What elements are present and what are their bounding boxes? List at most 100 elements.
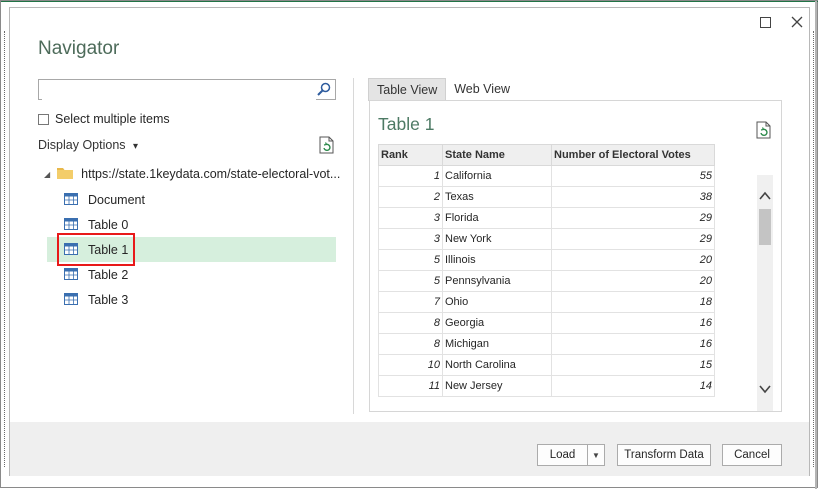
rank-cell: 3 — [378, 207, 443, 229]
rank-cell: 1 — [378, 165, 443, 187]
table-row: 10 North Carolina 15 — [378, 354, 715, 376]
rank-cell: 11 — [378, 375, 443, 397]
rank-cell: 7 — [378, 291, 443, 313]
load-button[interactable]: Load — [537, 444, 588, 466]
dialog-footer: Load ▼ Transform Data Cancel — [10, 422, 809, 476]
votes-cell: 16 — [551, 333, 715, 355]
table-row: 2 Texas 38 — [378, 186, 715, 208]
load-options-button[interactable]: ▼ — [587, 444, 605, 466]
votes-cell: 15 — [551, 354, 715, 376]
preview-pane: Table 1 Rank State Name Number of Electo… — [369, 100, 782, 412]
tree-item-label: Document — [88, 193, 145, 207]
rank-cell: 5 — [378, 249, 443, 271]
scrollbar-thumb[interactable] — [759, 209, 771, 245]
votes-cell: 55 — [551, 165, 715, 187]
tab-table-view[interactable]: Table View — [368, 78, 447, 101]
column-header[interactable]: State Name — [442, 144, 552, 166]
tree-item-table-2[interactable]: Table 2 — [64, 263, 128, 287]
tree-item-table-3[interactable]: Table 3 — [64, 288, 128, 312]
state-cell: New York — [442, 228, 552, 250]
votes-cell: 20 — [551, 270, 715, 292]
rank-cell: 8 — [378, 312, 443, 334]
state-cell: Ohio — [442, 291, 552, 313]
scroll-up-icon[interactable] — [759, 189, 771, 203]
cancel-button[interactable]: Cancel — [722, 444, 782, 466]
preview-tabs: Table View Web View — [368, 78, 518, 101]
folder-icon — [57, 166, 74, 182]
rank-cell: 3 — [378, 228, 443, 250]
search-box[interactable] — [38, 79, 336, 100]
refresh-icon[interactable] — [319, 136, 335, 157]
dialog-title: Navigator — [38, 38, 120, 59]
transform-data-button[interactable]: Transform Data — [617, 444, 711, 466]
votes-cell: 20 — [551, 249, 715, 271]
grid-edge-right — [813, 31, 815, 467]
collapse-triangle-icon[interactable]: ◢ — [44, 170, 50, 179]
highlight-box — [57, 233, 135, 266]
tree-item-label: Table 2 — [88, 268, 129, 282]
refresh-preview-icon[interactable] — [756, 121, 772, 142]
navigator-dialog: Navigator Select multiple items Display … — [9, 7, 810, 476]
tree-item-label: Table 0 — [88, 218, 129, 232]
votes-cell: 38 — [551, 186, 715, 208]
select-multiple-row[interactable]: Select multiple items — [38, 112, 170, 126]
table-icon — [64, 192, 78, 208]
state-cell: Michigan — [442, 333, 552, 355]
display-options-label: Display Options — [38, 138, 126, 152]
table-row: 8 Michigan 16 — [378, 333, 715, 355]
tree-root-source[interactable]: ◢ https://state.1keydata.com/state-elect… — [44, 162, 340, 186]
state-cell: Illinois — [442, 249, 552, 271]
chevron-down-icon: ▼ — [592, 451, 600, 460]
tab-web-view[interactable]: Web View — [446, 78, 518, 100]
rank-cell: 8 — [378, 333, 443, 355]
column-header[interactable]: Rank — [378, 144, 443, 166]
tree-root-label: https://state.1keydata.com/state-elector… — [81, 167, 341, 181]
preview-title: Table 1 — [378, 114, 435, 134]
tree-item-label: Table 3 — [88, 293, 129, 307]
state-cell: Pennsylvania — [442, 270, 552, 292]
application-window: Navigator Select multiple items Display … — [0, 0, 818, 489]
select-multiple-checkbox[interactable] — [38, 113, 49, 125]
maximize-button[interactable] — [754, 12, 776, 34]
window-edge — [815, 1, 817, 489]
table-row: 1 California 55 — [378, 165, 715, 187]
table-icon — [64, 217, 78, 233]
column-header[interactable]: Number of Electoral Votes — [551, 144, 715, 166]
state-cell: Georgia — [442, 312, 552, 334]
votes-cell: 18 — [551, 291, 715, 313]
state-cell: New Jersey — [442, 375, 552, 397]
search-input[interactable] — [42, 80, 316, 100]
table-row: 5 Illinois 20 — [378, 249, 715, 271]
votes-cell: 14 — [551, 375, 715, 397]
table-row: 3 New York 29 — [378, 228, 715, 250]
preview-table: Rank State Name Number of Electoral Vote… — [378, 144, 715, 397]
rank-cell: 10 — [378, 354, 443, 376]
grid-edge-left — [4, 31, 6, 467]
close-icon — [791, 16, 803, 28]
table-icon — [64, 292, 78, 308]
table-row: 8 Georgia 16 — [378, 312, 715, 334]
select-multiple-label: Select multiple items — [55, 112, 170, 126]
state-cell: California — [442, 165, 552, 187]
close-button[interactable] — [786, 12, 808, 34]
table-row: 3 Florida 29 — [378, 207, 715, 229]
excel-top-line — [1, 1, 818, 2]
state-cell: Florida — [442, 207, 552, 229]
rank-cell: 5 — [378, 270, 443, 292]
votes-cell: 16 — [551, 312, 715, 334]
display-options-dropdown[interactable]: Display Options ▾ — [38, 138, 138, 152]
state-cell: Texas — [442, 186, 552, 208]
chevron-down-icon: ▾ — [133, 141, 139, 152]
table-icon — [64, 267, 78, 283]
scroll-down-icon[interactable] — [759, 383, 771, 397]
table-row: 5 Pennsylvania 20 — [378, 270, 715, 292]
table-header-row: Rank State Name Number of Electoral Vote… — [378, 144, 715, 166]
search-icon[interactable] — [317, 82, 331, 99]
tree-item-document[interactable]: Document — [64, 188, 145, 212]
table-row: 11 New Jersey 14 — [378, 375, 715, 397]
table-row: 7 Ohio 18 — [378, 291, 715, 313]
votes-cell: 29 — [551, 207, 715, 229]
votes-cell: 29 — [551, 228, 715, 250]
rank-cell: 2 — [378, 186, 443, 208]
state-cell: North Carolina — [442, 354, 552, 376]
